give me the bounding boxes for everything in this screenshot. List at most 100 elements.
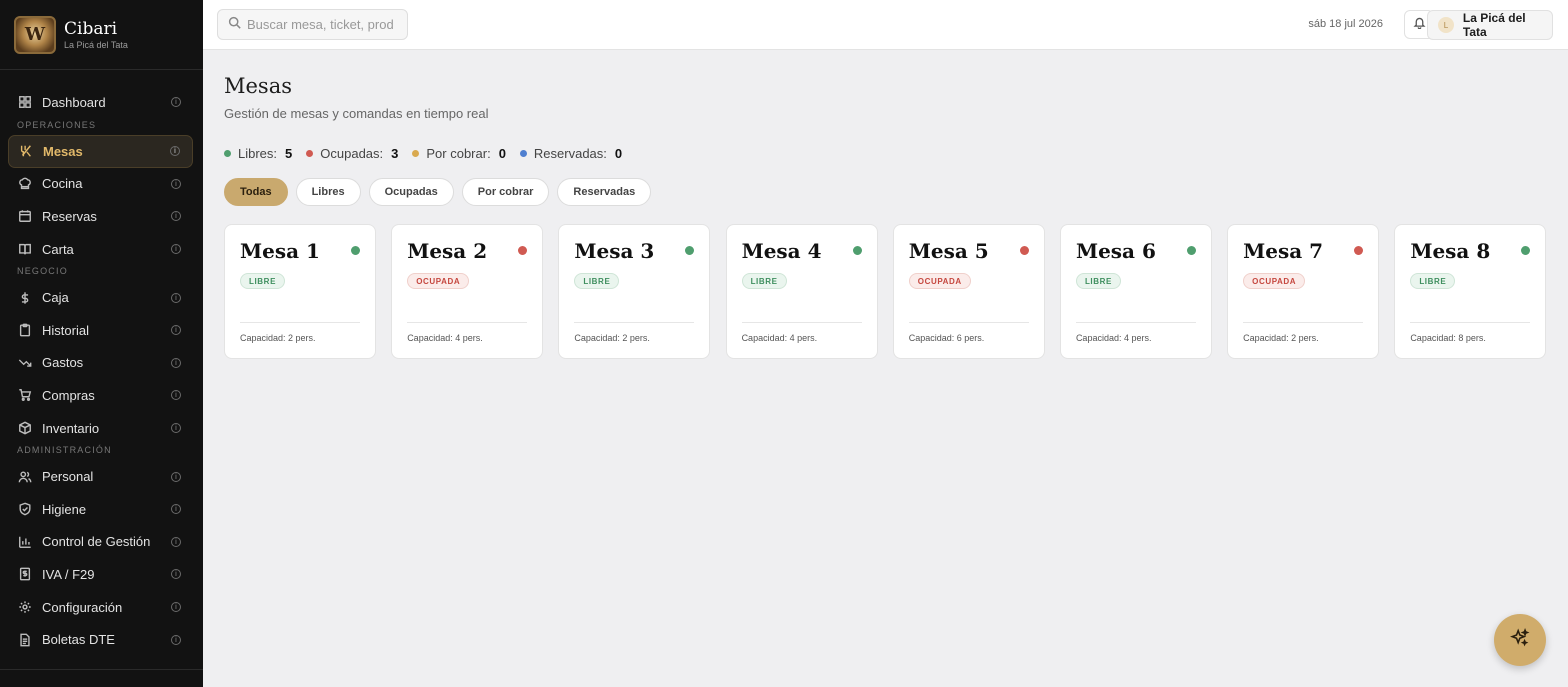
logo-icon: W [14,15,56,54]
sidebar-item-compras[interactable]: Compras i [0,379,203,412]
info-icon[interactable]: i [170,146,180,157]
sidebar-item-label: Boletas DTE [42,632,115,648]
sidebar-item-gastos[interactable]: Gastos i [0,347,203,380]
topbar: sáb 18 jul 2026 L La Picá del Tata [203,0,1568,50]
sidebar-item-control-de-gestión[interactable]: Control de Gestión i [0,526,203,559]
sidebar-item-label: Carta [42,241,74,257]
table-card[interactable]: Mesa 6 LIBRE Capacidad: 4 pers. [1059,224,1212,359]
stat-label: Libres: [238,146,278,161]
users-icon [18,470,32,484]
user-name: La Picá del Tata [1462,11,1526,39]
divider [407,322,528,323]
sidebar-item-label: Reservas [42,208,97,224]
info-icon[interactable]: i [171,569,181,580]
sidebar-item-mesas[interactable]: Mesas i [8,134,193,168]
ai-assistant-button[interactable] [1494,614,1546,666]
status-dot-icon [351,246,360,255]
info-icon[interactable]: i [171,244,181,255]
info-icon[interactable]: i [171,634,181,645]
info-icon[interactable]: i [171,211,181,222]
info-icon[interactable]: i [171,536,181,547]
table-name: Mesa 2 [407,239,488,263]
brand[interactable]: W Cibari La Picá del Tata [0,0,203,70]
sidebar-item-historial[interactable]: Historial i [0,314,203,347]
search-box[interactable] [217,9,408,40]
dollar-icon [18,291,32,305]
status-badge: OCUPADA [407,273,470,289]
user-menu-button[interactable]: L La Picá del Tata [1427,10,1553,40]
clipboard-icon [18,323,32,337]
info-icon[interactable]: i [171,325,181,336]
info-icon[interactable]: i [171,602,181,613]
divider [1243,322,1364,323]
brand-subtitle: La Picá del Tata [64,39,128,50]
sidebar-item-iva-f29[interactable]: IVA / F29 i [0,558,203,591]
filter-todas[interactable]: Todas [224,178,288,206]
sidebar-item-dashboard[interactable]: Dashboard i [0,86,203,119]
table-card[interactable]: Mesa 3 LIBRE Capacidad: 2 pers. [558,224,711,359]
table-card[interactable]: Mesa 4 LIBRE Capacidad: 4 pers. [725,224,878,359]
info-icon[interactable]: i [171,97,181,108]
status-badge: LIBRE [1075,273,1121,289]
table-card[interactable]: Mesa 7 OCUPADA Capacidad: 2 pers. [1227,224,1380,359]
table-card[interactable]: Mesa 2 OCUPADA Capacidad: 4 pers. [391,224,544,359]
sidebar-item-label: Inventario [42,420,100,436]
filter-libres[interactable]: Libres [295,178,361,206]
stat-label: Por cobrar: [426,146,491,161]
status-badge: LIBRE [574,273,620,289]
table-capacity: Capacidad: 4 pers. [407,333,483,343]
book-icon [18,242,32,256]
sidebar-item-label: IVA / F29 [42,566,95,582]
current-date: sáb 18 jul 2026 [1308,18,1383,30]
table-name: Mesa 1 [240,239,320,263]
filter-reservadas[interactable]: Reservadas [557,178,652,206]
info-icon[interactable]: i [171,423,181,434]
sidebar-item-inventario[interactable]: Inventario i [0,412,203,445]
info-icon[interactable]: i [171,292,181,303]
stat-label: Reservadas: [533,146,607,161]
info-icon[interactable]: i [171,357,181,368]
info-icon[interactable]: i [171,504,181,515]
table-capacity: Capacidad: 8 pers. [1410,333,1486,343]
sidebar-item-configuración[interactable]: Configuración i [0,591,203,624]
shield-icon [18,502,32,516]
filter-ocupadas[interactable]: Ocupadas [368,178,454,206]
stat-value: 3 [391,146,399,161]
table-capacity: Capacidad: 2 pers. [574,333,650,343]
table-capacity: Capacidad: 2 pers. [1243,333,1319,343]
page-subtitle: Gestión de mesas y comandas en tiempo re… [224,106,489,121]
sidebar: W Cibari La Picá del Tata Dashboard i OPER… [0,0,203,687]
stat-value: 5 [285,146,293,161]
sidebar-item-carta[interactable]: Carta i [0,233,203,266]
table-card[interactable]: Mesa 8 LIBRE Capacidad: 8 pers. [1394,224,1547,359]
sidebar-item-personal[interactable]: Personal i [0,460,203,493]
table-card[interactable]: Mesa 1 LIBRE Capacidad: 2 pers. [224,224,376,359]
bell-icon [1412,16,1426,34]
sidebar-item-cocina[interactable]: Cocina i [0,168,203,201]
filter-por-cobrar[interactable]: Por cobrar [461,178,550,206]
gear-icon [18,600,32,614]
status-summary: Libres: 5 Ocupadas: 3 Por cobrar: 0 Reservadas… [224,146,636,161]
bar-chart-icon [18,535,32,549]
sidebar-item-label: Cocina [42,176,83,192]
divider [240,322,360,323]
status-dot-icon [306,150,314,157]
divider [574,322,695,323]
sidebar-item-label: Caja [42,290,69,306]
sidebar-item-higiene[interactable]: Higiene i [0,493,203,526]
stat-item: Por cobrar: 0 [412,146,506,161]
sidebar-footer-divider [0,669,203,670]
tables-grid: Mesa 1 LIBRE Capacidad: 2 pers. Mesa 2 OCUPA… [224,224,1562,359]
stat-item: Libres: 5 [224,146,292,161]
info-icon[interactable]: i [171,390,181,401]
search-input[interactable] [247,17,402,32]
table-card[interactable]: Mesa 5 OCUPADA Capacidad: 6 pers. [892,224,1045,359]
info-icon[interactable]: i [171,471,181,482]
sidebar-item-caja[interactable]: Caja i [0,281,203,314]
filter-chips: Todas Libres Ocupadas Por cobrar Reservadas [224,178,659,206]
sidebar-item-reservas[interactable]: Reservas i [0,200,203,233]
status-dot-icon [412,150,420,157]
info-icon[interactable]: i [171,178,181,189]
cart-icon [18,388,32,402]
sidebar-item-boletas-dte[interactable]: Boletas DTE i [0,623,203,656]
